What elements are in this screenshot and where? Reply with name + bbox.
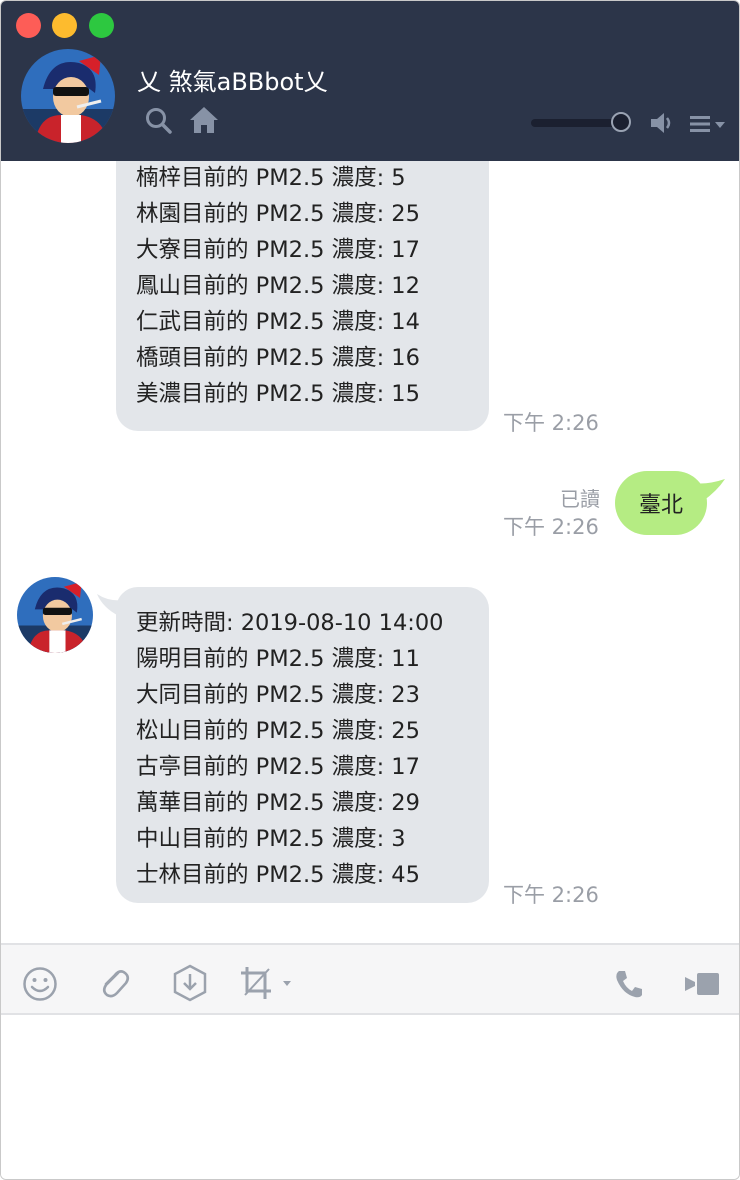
message-list[interactable]: 楠梓目前的 PM2.5 濃度: 5 林園目前的 PM2.5 濃度: 25 大寮目… bbox=[1, 161, 739, 943]
message-line: 美濃目前的 PM2.5 濃度: 15 bbox=[136, 381, 420, 407]
message-line: 陽明目前的 PM2.5 濃度: 11 bbox=[136, 646, 420, 672]
chat-window: 乂 煞氣aBBbot乂 楠梓目前的 PM2.5 濃度: 5 林園目前的 PM2.… bbox=[0, 0, 740, 1180]
message-bubble-incoming[interactable]: 楠梓目前的 PM2.5 濃度: 5 林園目前的 PM2.5 濃度: 25 大寮目… bbox=[116, 161, 489, 431]
minimize-window-button[interactable] bbox=[52, 13, 77, 38]
message-line: 古亭目前的 PM2.5 濃度: 17 bbox=[136, 754, 420, 780]
message-timestamp: 下午 2:26 bbox=[503, 411, 599, 435]
message-timestamp: 下午 2:26 bbox=[503, 883, 599, 907]
sender-avatar[interactable] bbox=[17, 577, 93, 653]
message-bubble-incoming[interactable]: 更新時間: 2019-08-10 14:00 陽明目前的 PM2.5 濃度: 1… bbox=[116, 587, 489, 903]
message-line: 楠梓目前的 PM2.5 濃度: 5 bbox=[136, 165, 406, 191]
phone-icon[interactable] bbox=[613, 968, 645, 1000]
message-line: 大同目前的 PM2.5 濃度: 23 bbox=[136, 682, 420, 708]
search-icon[interactable] bbox=[145, 107, 173, 135]
video-icon[interactable] bbox=[683, 969, 721, 999]
message-line: 林園目前的 PM2.5 濃度: 25 bbox=[136, 201, 420, 227]
message-text: 臺北 bbox=[638, 493, 683, 518]
chat-header: 乂 煞氣aBBbot乂 bbox=[1, 1, 739, 161]
message-toolbar bbox=[1, 943, 739, 1015]
contact-avatar[interactable] bbox=[21, 49, 115, 143]
message-input[interactable] bbox=[1, 1015, 739, 1179]
volume-knob[interactable] bbox=[611, 112, 631, 132]
home-icon[interactable] bbox=[188, 105, 220, 135]
message-line: 仁武目前的 PM2.5 濃度: 14 bbox=[136, 309, 420, 335]
emoji-icon[interactable] bbox=[22, 966, 58, 1002]
message-line: 大寮目前的 PM2.5 濃度: 17 bbox=[136, 237, 420, 263]
message-line: 更新時間: 2019-08-10 14:00 bbox=[136, 610, 444, 636]
volume-slider[interactable] bbox=[531, 111, 631, 135]
read-receipt: 已讀 bbox=[560, 487, 600, 511]
crop-icon[interactable] bbox=[239, 965, 295, 1001]
download-icon[interactable] bbox=[171, 964, 209, 1002]
message-timestamp: 下午 2:26 bbox=[503, 515, 599, 539]
message-line: 松山目前的 PM2.5 濃度: 25 bbox=[136, 718, 420, 744]
message-line: 士林目前的 PM2.5 濃度: 45 bbox=[136, 862, 420, 888]
volume-track bbox=[531, 119, 623, 127]
close-window-button[interactable] bbox=[16, 13, 41, 38]
message-bubble-outgoing[interactable]: 臺北 bbox=[615, 471, 707, 535]
attachment-icon[interactable] bbox=[96, 965, 132, 1001]
speaker-icon[interactable] bbox=[649, 111, 675, 135]
chat-title: 乂 煞氣aBBbot乂 bbox=[137, 68, 328, 96]
zoom-window-button[interactable] bbox=[89, 13, 114, 38]
message-line: 萬華目前的 PM2.5 濃度: 29 bbox=[136, 790, 420, 816]
message-line: 橋頭目前的 PM2.5 濃度: 16 bbox=[136, 345, 420, 371]
message-line: 中山目前的 PM2.5 濃度: 3 bbox=[136, 826, 406, 852]
menu-icon[interactable] bbox=[690, 113, 726, 135]
message-line: 鳳山目前的 PM2.5 濃度: 12 bbox=[136, 273, 420, 299]
